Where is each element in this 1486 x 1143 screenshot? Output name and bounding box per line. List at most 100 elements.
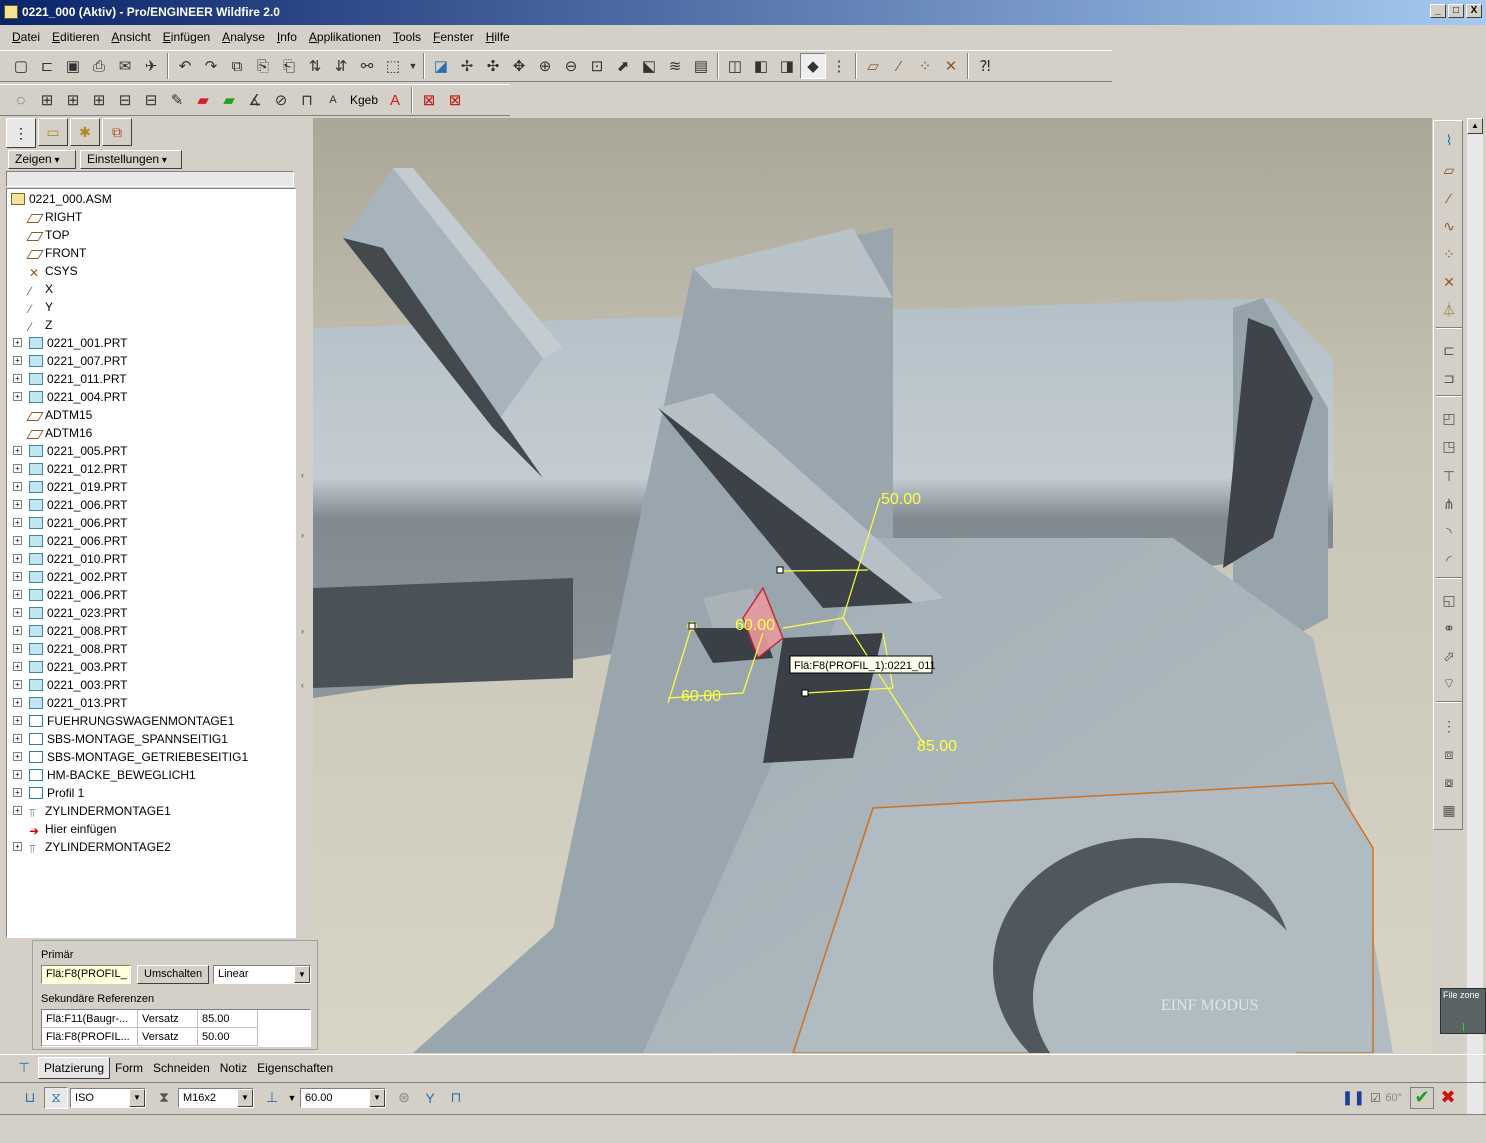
menu-ansicht[interactable]: Ansicht [105, 27, 156, 47]
connections-tab-icon[interactable]: ⧉ [102, 118, 132, 146]
edit-pen-icon[interactable]: ✎ [164, 87, 190, 113]
grid-2x-icon[interactable]: ⊞ [34, 87, 60, 113]
regenerate-icon[interactable]: ⇅ [302, 53, 328, 79]
settings-dropdown[interactable]: Einstellungen [80, 150, 182, 169]
redraw-icon[interactable]: ◪ [428, 53, 454, 79]
tree-item[interactable]: +0221_008.PRT [13, 640, 128, 658]
menu-applikationen[interactable]: Applikationen [303, 27, 387, 47]
chevron-down-icon[interactable]: ▼ [369, 1088, 385, 1107]
placement-type-select[interactable]: Linear ▼ [213, 965, 311, 984]
file-zone[interactable]: File zone [1440, 988, 1486, 1034]
expand-toggle-icon[interactable]: + [13, 500, 22, 509]
expand-toggle-icon[interactable]: + [13, 806, 22, 815]
tree-item[interactable]: + Profil 1 [13, 784, 84, 802]
select-box-icon[interactable]: ⬚ [380, 53, 406, 79]
ref-kind-cell[interactable]: Versatz [138, 1028, 198, 1046]
reorient-icon[interactable]: ⬈ [610, 53, 636, 79]
tree-item[interactable]: +0221_010.PRT [13, 550, 128, 568]
tree-item[interactable]: ⁄ X [29, 280, 53, 298]
tab-cut[interactable]: Schneiden [148, 1058, 215, 1078]
no-hidden-icon[interactable]: ◨ [774, 53, 800, 79]
tree-item[interactable]: +0221_004.PRT [13, 388, 128, 406]
expand-toggle-icon[interactable]: + [13, 518, 22, 527]
expand-toggle-icon[interactable]: + [13, 608, 22, 617]
tree-item[interactable]: 0221_000.ASM [11, 190, 112, 208]
tree-item[interactable]: +0221_006.PRT [13, 586, 128, 604]
mirror-tool-icon[interactable]: ⋮ [1436, 713, 1462, 739]
expand-toggle-icon[interactable]: + [13, 392, 22, 401]
datum-plane-display-icon[interactable]: ▱ [860, 53, 886, 79]
sketch-tool-icon[interactable]: ⌇ [1436, 127, 1462, 153]
pan-icon[interactable]: ✥ [506, 53, 532, 79]
graphics-window[interactable]: 50.00 60.00 60.00 85.00 Flä:F8(PROFIL_1)… [313, 118, 1432, 1053]
model-tree-tab-icon[interactable]: ⋮ [6, 118, 36, 148]
angle-45-icon[interactable]: ∡ [242, 87, 268, 113]
regen-manager-icon[interactable]: ⇵ [328, 53, 354, 79]
no-entry-icon[interactable]: ⊘ [268, 87, 294, 113]
spin-center-icon[interactable]: ✢ [454, 53, 480, 79]
expand-toggle-icon[interactable]: + [13, 536, 22, 545]
model-tree[interactable]: 0221_000.ASM RIGHT TOP FRONT ✕ CSYS ⁄ X ⁄ Y ⁄ Z +022… [6, 188, 296, 938]
tree-item[interactable]: +0221_019.PRT [13, 478, 128, 496]
tab-note[interactable]: Notiz [215, 1058, 252, 1078]
expand-toggle-icon[interactable]: + [13, 662, 22, 671]
ref-value-cell[interactable]: 85.00 [198, 1010, 258, 1028]
expand-toggle-icon[interactable]: + [13, 374, 22, 383]
view-manager-icon[interactable]: ▤ [688, 53, 714, 79]
csys-tool-icon[interactable]: ✕ [1436, 269, 1462, 295]
countersink-icon[interactable]: ⊛ [392, 1087, 416, 1109]
blend-tool-icon[interactable]: ⚭ [1436, 615, 1462, 641]
tree-item[interactable]: +0221_006.PRT [13, 496, 128, 514]
hole-tool-icon[interactable]: ⊏ [1436, 337, 1462, 363]
tree-item[interactable]: +0221_007.PRT [13, 352, 128, 370]
menu-fenster[interactable]: Fenster [427, 27, 480, 47]
chevron-down-icon[interactable]: ▼ [294, 966, 310, 983]
tapped-hole-icon[interactable]: Y [418, 1087, 442, 1109]
open-folder-icon[interactable]: ⊏ [34, 53, 60, 79]
tree-item[interactable]: ⁄ Z [29, 316, 52, 334]
merge-tool-icon[interactable]: ⧈ [1436, 741, 1462, 767]
copy-icon[interactable]: ⧉ [224, 53, 250, 79]
paste-special-icon[interactable]: ⎗ [276, 53, 302, 79]
rib-tool-icon[interactable]: ⊤ [1436, 463, 1462, 489]
expand-toggle-icon[interactable]: + [13, 464, 22, 473]
depth-dropdown-icon[interactable]: ▼ [286, 1087, 298, 1109]
style-tool-icon[interactable]: ⌔ [1436, 671, 1462, 697]
tree-item[interactable]: + SBS-MONTAGE_SPANNSEITIG1 [13, 730, 228, 748]
tree-item[interactable]: + HM-BACKE_BEWEGLICH1 [13, 766, 196, 784]
datum-point-tool-icon[interactable]: ⁘ [1436, 241, 1462, 267]
csys-display-icon[interactable]: ✕ [938, 53, 964, 79]
tab-shape[interactable]: Form [110, 1058, 148, 1078]
scroll-up-icon[interactable]: ▲ [1467, 118, 1483, 134]
grid-3x-icon[interactable]: ⊞ [60, 87, 86, 113]
tree-item[interactable]: FRONT [26, 244, 86, 262]
drag-handle[interactable] [688, 622, 696, 630]
datum-axis-tool-icon[interactable]: ⁄ [1436, 185, 1462, 211]
sweep-tool-icon[interactable]: ◱ [1436, 587, 1462, 613]
ref-kind-cell[interactable]: Versatz [138, 1010, 198, 1028]
warp-tool-icon[interactable]: ⬀ [1436, 643, 1462, 669]
expand-toggle-icon[interactable]: + [13, 572, 22, 581]
expand-toggle-icon[interactable]: + [13, 680, 22, 689]
refit-icon[interactable]: ⊡ [584, 53, 610, 79]
collapse-left-icon[interactable]: ‹ [301, 470, 304, 480]
tree-item[interactable]: +0221_008.PRT [13, 622, 128, 640]
expand-toggle-icon[interactable]: + [13, 554, 22, 563]
saved-views-icon[interactable]: ⬕ [636, 53, 662, 79]
text-color-icon[interactable]: A [382, 87, 408, 113]
measure-icon[interactable]: ⊓ [294, 87, 320, 113]
datum-point-display-icon[interactable]: ⁘ [912, 53, 938, 79]
expand-toggle-icon[interactable]: + [13, 482, 22, 491]
preview-checkbox-icon[interactable]: ☑ [1367, 1087, 1383, 1109]
undo-icon[interactable]: ↶ [172, 53, 198, 79]
tree-item[interactable]: ✕ CSYS [29, 262, 78, 280]
grid-half-icon[interactable]: ⊟ [112, 87, 138, 113]
hidden-line-icon[interactable]: ◧ [748, 53, 774, 79]
tree-item[interactable]: ADTM16 [26, 424, 92, 442]
cancel-x-icon[interactable]: ✖ [1436, 1087, 1460, 1109]
erase-window-icon[interactable]: ⊠ [442, 87, 468, 113]
dim-label-60[interactable]: 60.00 [681, 688, 721, 705]
pattern-tool-icon[interactable]: ▦ [1436, 797, 1462, 823]
collapse-left-icon[interactable]: ‹ [301, 680, 304, 690]
new-file-icon[interactable]: ▢ [8, 53, 34, 79]
